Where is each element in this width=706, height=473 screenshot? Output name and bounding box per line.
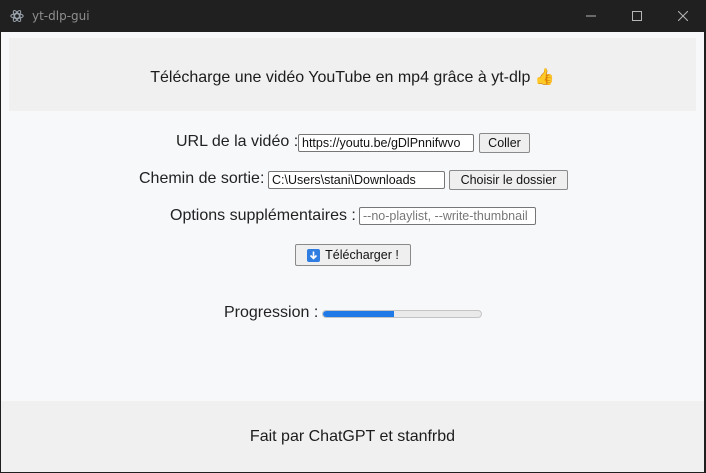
maximize-button[interactable] <box>614 0 660 32</box>
minimize-button[interactable] <box>568 0 614 32</box>
progress-bar-fill <box>323 311 395 317</box>
close-icon <box>678 11 688 21</box>
output-path-input[interactable] <box>268 171 445 189</box>
progress-label: Progression : <box>224 304 319 321</box>
close-button[interactable] <box>660 0 706 32</box>
window-title: yt-dlp-gui <box>32 9 90 23</box>
title-bar: yt-dlp-gui <box>0 0 706 32</box>
app-logo-icon <box>10 10 24 22</box>
url-input[interactable] <box>298 134 474 152</box>
download-button[interactable]: Télécharger ! <box>295 244 411 266</box>
output-path-label: Chemin de sortie: <box>139 170 265 187</box>
choose-folder-button[interactable]: Choisir le dossier <box>449 170 568 190</box>
download-arrow-icon <box>307 248 321 262</box>
paste-button[interactable]: Coller <box>479 133 530 153</box>
footer: Fait par ChatGPT et stanfrbd <box>1 401 704 472</box>
progress-bar <box>322 310 482 318</box>
header-text: Télécharge une vidéo YouTube en mp4 grâc… <box>150 69 555 86</box>
url-label: URL de la vidéo : <box>176 133 299 150</box>
options-label: Options supplémentaires : <box>170 207 356 224</box>
options-input[interactable] <box>359 207 536 225</box>
header-banner: Télécharge une vidéo YouTube en mp4 grâc… <box>9 38 696 111</box>
minimize-icon <box>586 15 596 17</box>
footer-credits: Fait par ChatGPT et stanfrbd <box>249 428 456 445</box>
maximize-icon <box>632 11 642 21</box>
download-button-label: Télécharger ! <box>325 248 399 262</box>
app-content: Télécharge une vidéo YouTube en mp4 grâc… <box>1 32 704 472</box>
